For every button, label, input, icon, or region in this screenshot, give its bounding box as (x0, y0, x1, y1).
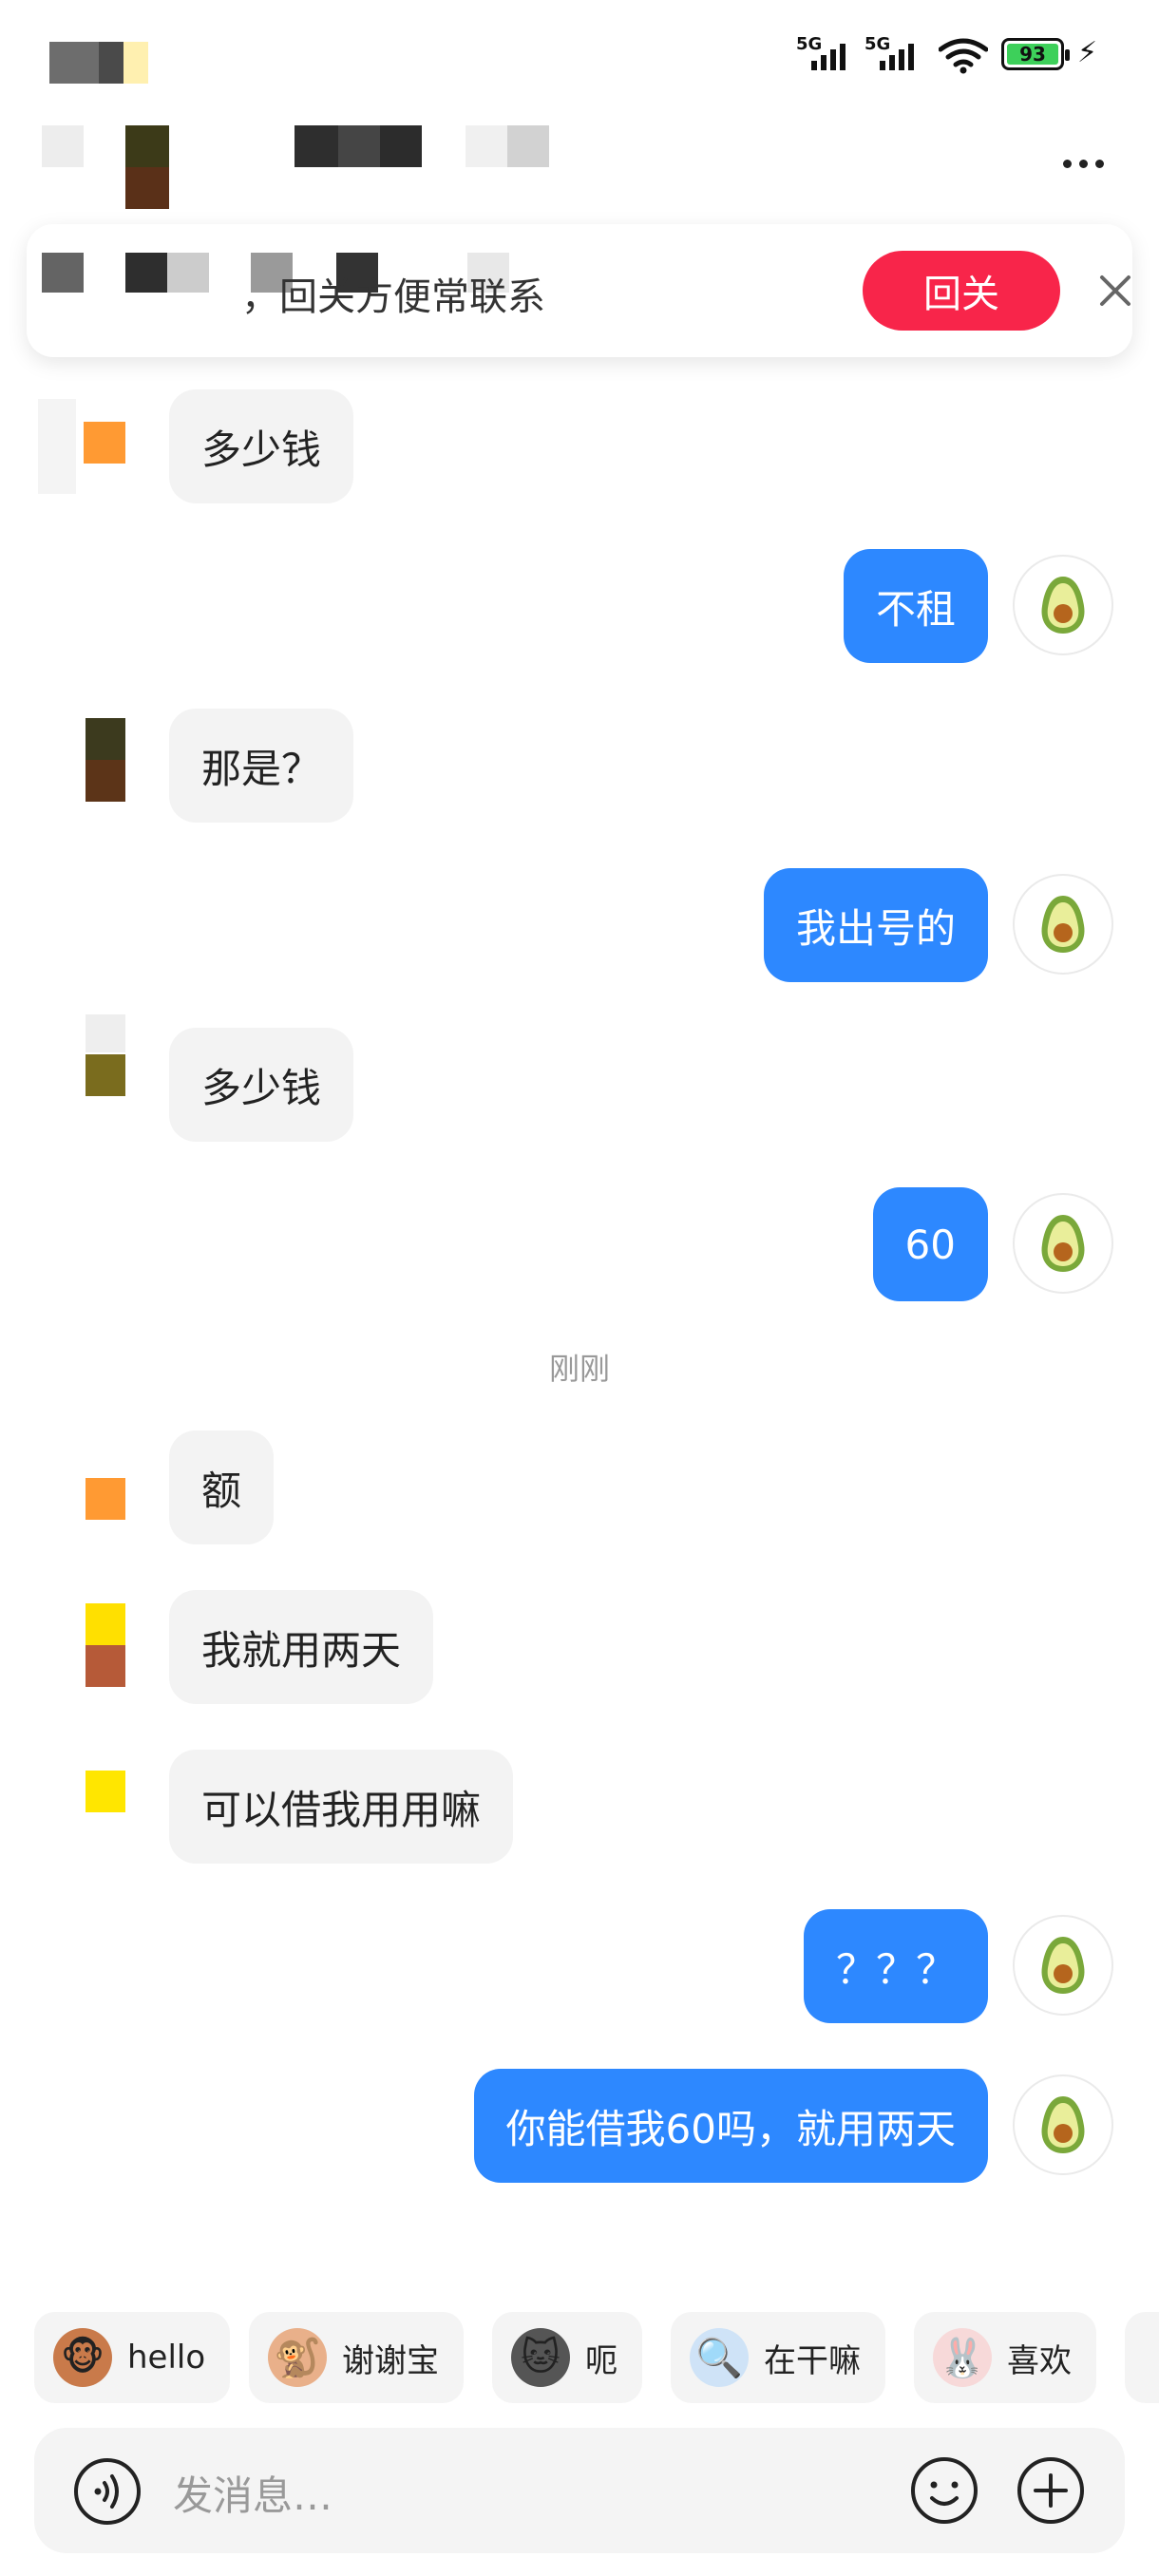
bunny-like-icon: 🐰 (933, 2328, 992, 2387)
message-bubble-other[interactable]: 那是？ (169, 709, 354, 823)
contact-avatar[interactable] (38, 1603, 133, 1698)
message-bubble-self[interactable]: 我出号的 (763, 868, 988, 982)
emoji-icon[interactable] (908, 2454, 980, 2527)
message-input[interactable]: 发消息… (173, 2464, 332, 2522)
contact-avatar[interactable] (38, 399, 133, 494)
cat-icon: 🐱 (511, 2328, 570, 2387)
close-icon[interactable] (1092, 268, 1138, 313)
message-bubble-self[interactable]: ？？？ (803, 1909, 988, 2023)
quick-reply-chip[interactable]: 🔍 在干嘛 (671, 2312, 885, 2403)
message-input-bar: 发消息… (34, 2428, 1125, 2553)
quick-reply-chip[interactable]: 🐵 hello (34, 2312, 231, 2403)
blurred-banner-text (42, 253, 84, 293)
avocado-avatar-icon[interactable] (1013, 1915, 1113, 2016)
time-divider: 刚刚 (548, 1351, 610, 1387)
message-bubble-other[interactable]: 可以借我用用嘛 (169, 1750, 514, 1864)
message-bubble-other[interactable]: 多少钱 (169, 1028, 354, 1142)
bear-magnifier-icon: 🔍 (690, 2328, 749, 2387)
contact-avatar[interactable] (38, 1453, 133, 1548)
blurred-banner-text (167, 253, 209, 293)
quick-reply-chip[interactable] (1125, 2312, 1159, 2403)
follow-back-banner: ，回关方便常联系 回关 (27, 224, 1132, 357)
message-bubble-other[interactable]: 额 (169, 1430, 275, 1544)
contact-avatar[interactable] (38, 1014, 133, 1109)
plus-icon[interactable] (1015, 2454, 1087, 2527)
contact-avatar[interactable] (38, 718, 133, 813)
quick-reply-chip[interactable]: 🐱 呃 (492, 2312, 642, 2403)
contact-avatar[interactable] (38, 1771, 133, 1866)
follow-banner-text: ，回关方便常联系 (241, 275, 545, 319)
follow-back-button[interactable]: 回关 (863, 251, 1060, 331)
message-bubble-self[interactable]: 60 (872, 1187, 988, 1301)
avocado-avatar-icon[interactable] (1013, 555, 1113, 655)
monkey-thanks-icon: 🐒 (268, 2328, 327, 2387)
message-bubble-other[interactable]: 我就用两天 (169, 1590, 434, 1704)
avocado-avatar-icon[interactable] (1013, 2074, 1113, 2175)
quick-reply-row: 🐵 hello 🐒 谢谢宝 🐱 呃 🔍 在干嘛 🐰 喜欢 (0, 2312, 1159, 2407)
monkey-hello-icon: 🐵 (53, 2328, 112, 2387)
message-list: 多少钱 不租 那是？ 我出号的 多少钱 60 刚刚 额 我就用两天 可以借我用用… (0, 0, 1159, 2576)
voice-icon[interactable] (72, 2456, 142, 2527)
blurred-banner-text (125, 253, 167, 293)
avocado-avatar-icon[interactable] (1013, 874, 1113, 975)
message-bubble-self[interactable]: 不租 (843, 549, 988, 663)
avocado-avatar-icon[interactable] (1013, 1193, 1113, 1294)
quick-reply-chip[interactable]: 🐒 谢谢宝 (249, 2312, 464, 2403)
quick-reply-chip[interactable]: 🐰 喜欢 (914, 2312, 1096, 2403)
message-bubble-other[interactable]: 多少钱 (169, 389, 354, 503)
message-bubble-self[interactable]: 你能借我60吗，就用两天 (473, 2069, 988, 2183)
